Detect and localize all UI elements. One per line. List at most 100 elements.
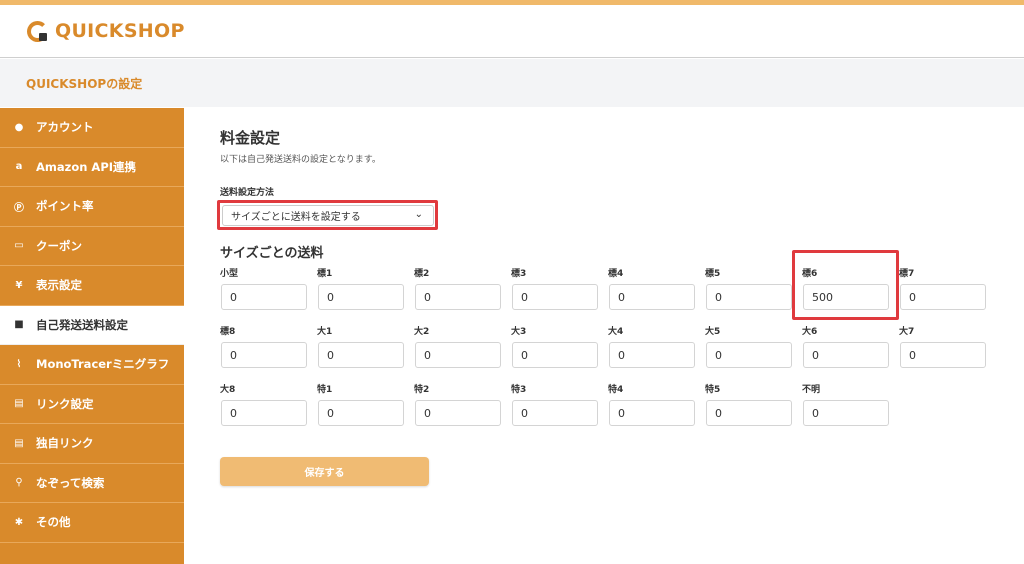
size-fee-input[interactable]: 0 [900,284,986,310]
size-label: 不明 [802,385,821,395]
sidebar-item-amazon-api[interactable]: a Amazon API連携 [0,148,184,187]
size-fee-input[interactable]: 0 [221,284,307,310]
size-fee-input[interactable]: 0 [415,400,501,426]
size-fee-cell: 標3 0 [511,266,598,320]
size-fee-input[interactable]: 0 [221,342,307,368]
size-fee-cell: 特2 0 [414,382,501,436]
size-fee-cell: 特5 0 [705,382,792,436]
size-fee-input[interactable]: 0 [415,284,501,310]
box-icon: ■ [14,319,24,331]
user-icon: ● [14,121,24,133]
sidebar-item-display[interactable]: ¥ 表示設定 [0,266,184,306]
page-description: 以下は自己発送送料の設定となります。 [220,155,381,165]
sidebar-item-custom-link[interactable]: ▤ 独自リンク [0,424,184,464]
size-label: 標8 [220,327,236,337]
size-fee-input[interactable]: 0 [609,284,695,310]
highlight-box-std6 [792,250,899,320]
sidebar-item-trace-search[interactable]: ⚲ なぞって検索 [0,464,184,503]
settings-header: QUICKSHOPの設定 [0,59,1024,107]
main-content: 料金設定 以下は自己発送送料の設定となります。 送料設定方法 サイズごとに送料を… [184,108,1024,564]
sidebar-item-label: MonoTracerミニグラフ [36,357,170,372]
gear-icon: ✱ [14,516,24,528]
size-fee-input[interactable]: 0 [609,400,695,426]
size-fee-cell: 特3 0 [511,382,598,436]
sidebar-item-monotracer[interactable]: ⌇ MonoTracerミニグラフ [0,345,184,385]
quickshop-logo-icon [27,20,48,42]
size-label: 標3 [511,269,527,279]
sidebar-item-label: 自己発送送料設定 [36,317,128,332]
header: QUICKSHOP [0,5,1024,58]
size-fee-cell: 小型 0 [220,266,307,320]
size-fee-input[interactable]: 0 [221,400,307,426]
size-label: 標1 [317,269,333,279]
size-fee-cell: 大6 0 [802,324,889,378]
size-label: 特4 [608,385,624,395]
size-fee-cell: 大8 0 [220,382,307,436]
size-label: 大4 [608,327,624,337]
sidebar-item-link-settings[interactable]: ▤ リンク設定 [0,385,184,424]
size-label: 特5 [705,385,721,395]
size-fee-cell: 標7 0 [899,266,986,320]
size-fee-cell: 特1 0 [317,382,404,436]
sidebar-item-label: リンク設定 [36,396,94,411]
size-fee-cell: 標8 0 [220,324,307,378]
size-label: 大8 [220,385,236,395]
page-title: 料金設定 [220,129,281,147]
sidebar-item-label: なぞって検索 [36,475,105,490]
size-fee-cell: 標4 0 [608,266,695,320]
size-label: 特2 [414,385,430,395]
size-label: 大6 [802,327,818,337]
size-fee-cell: 大4 0 [608,324,695,378]
size-fee-input[interactable]: 0 [512,400,598,426]
amazon-icon: a [15,161,23,173]
size-fee-cell: 大5 0 [705,324,792,378]
size-fee-input[interactable]: 0 [512,342,598,368]
sidebar-item-points[interactable]: Ⓟ ポイント率 [0,187,184,227]
size-label: 特1 [317,385,333,395]
point-icon: Ⓟ [14,202,24,214]
size-fee-cell: 大2 0 [414,324,501,378]
size-fee-input[interactable]: 0 [609,342,695,368]
sidebar-item-label: Amazon API連携 [36,159,137,174]
yen-icon: ¥ [15,279,23,291]
sidebar-item-coupon[interactable]: ▭ クーポン [0,227,184,266]
size-fee-input[interactable]: 0 [318,400,404,426]
sidebar-item-label: ポイント率 [36,199,94,214]
size-fee-input[interactable]: 0 [706,284,792,310]
logo-text: QUICKSHOP [55,20,185,42]
size-fee-cell: 不明 0 [802,382,889,436]
sidebar-item-label: 独自リンク [36,436,94,451]
settings-title: QUICKSHOPの設定 [26,76,143,91]
save-button[interactable]: 保存する [220,457,429,486]
size-fee-input[interactable]: 0 [803,342,889,368]
size-fee-cell: 標1 0 [317,266,404,320]
sidebar-item-label: クーポン [36,238,82,253]
size-label: 大5 [705,327,721,337]
sidebar: ● アカウント a Amazon API連携 Ⓟ ポイント率 ▭ クーポン ¥ … [0,108,184,564]
size-fee-cell: 特4 0 [608,382,695,436]
size-fee-cell: 大3 0 [511,324,598,378]
size-fee-input[interactable]: 0 [706,342,792,368]
sidebar-item-shipping[interactable]: ■ 自己発送送料設定 [0,305,184,345]
size-fee-cell: 標2 0 [414,266,501,320]
size-fee-input[interactable]: 0 [318,284,404,310]
size-label: 小型 [220,269,239,279]
size-fee-input[interactable]: 0 [803,400,889,426]
size-label: 大2 [414,327,430,337]
size-fee-input[interactable]: 0 [512,284,598,310]
size-label: 大3 [511,327,527,337]
size-fee-input[interactable]: 0 [318,342,404,368]
size-label: 標7 [899,269,915,279]
shipping-method-label: 送料設定方法 [220,188,275,198]
size-fee-cell: 標5 0 [705,266,792,320]
sidebar-item-other[interactable]: ✱ その他 [0,503,184,543]
size-fee-input[interactable]: 0 [900,342,986,368]
sidebar-item-account[interactable]: ● アカウント [0,108,184,148]
size-fee-input[interactable]: 0 [706,400,792,426]
size-fee-input[interactable]: 0 [415,342,501,368]
size-label: 標5 [705,269,721,279]
size-fee-cell: 大1 0 [317,324,404,378]
ticket-icon: ▭ [14,240,24,252]
sidebar-item-label: アカウント [36,120,94,135]
size-label: 大1 [317,327,333,337]
